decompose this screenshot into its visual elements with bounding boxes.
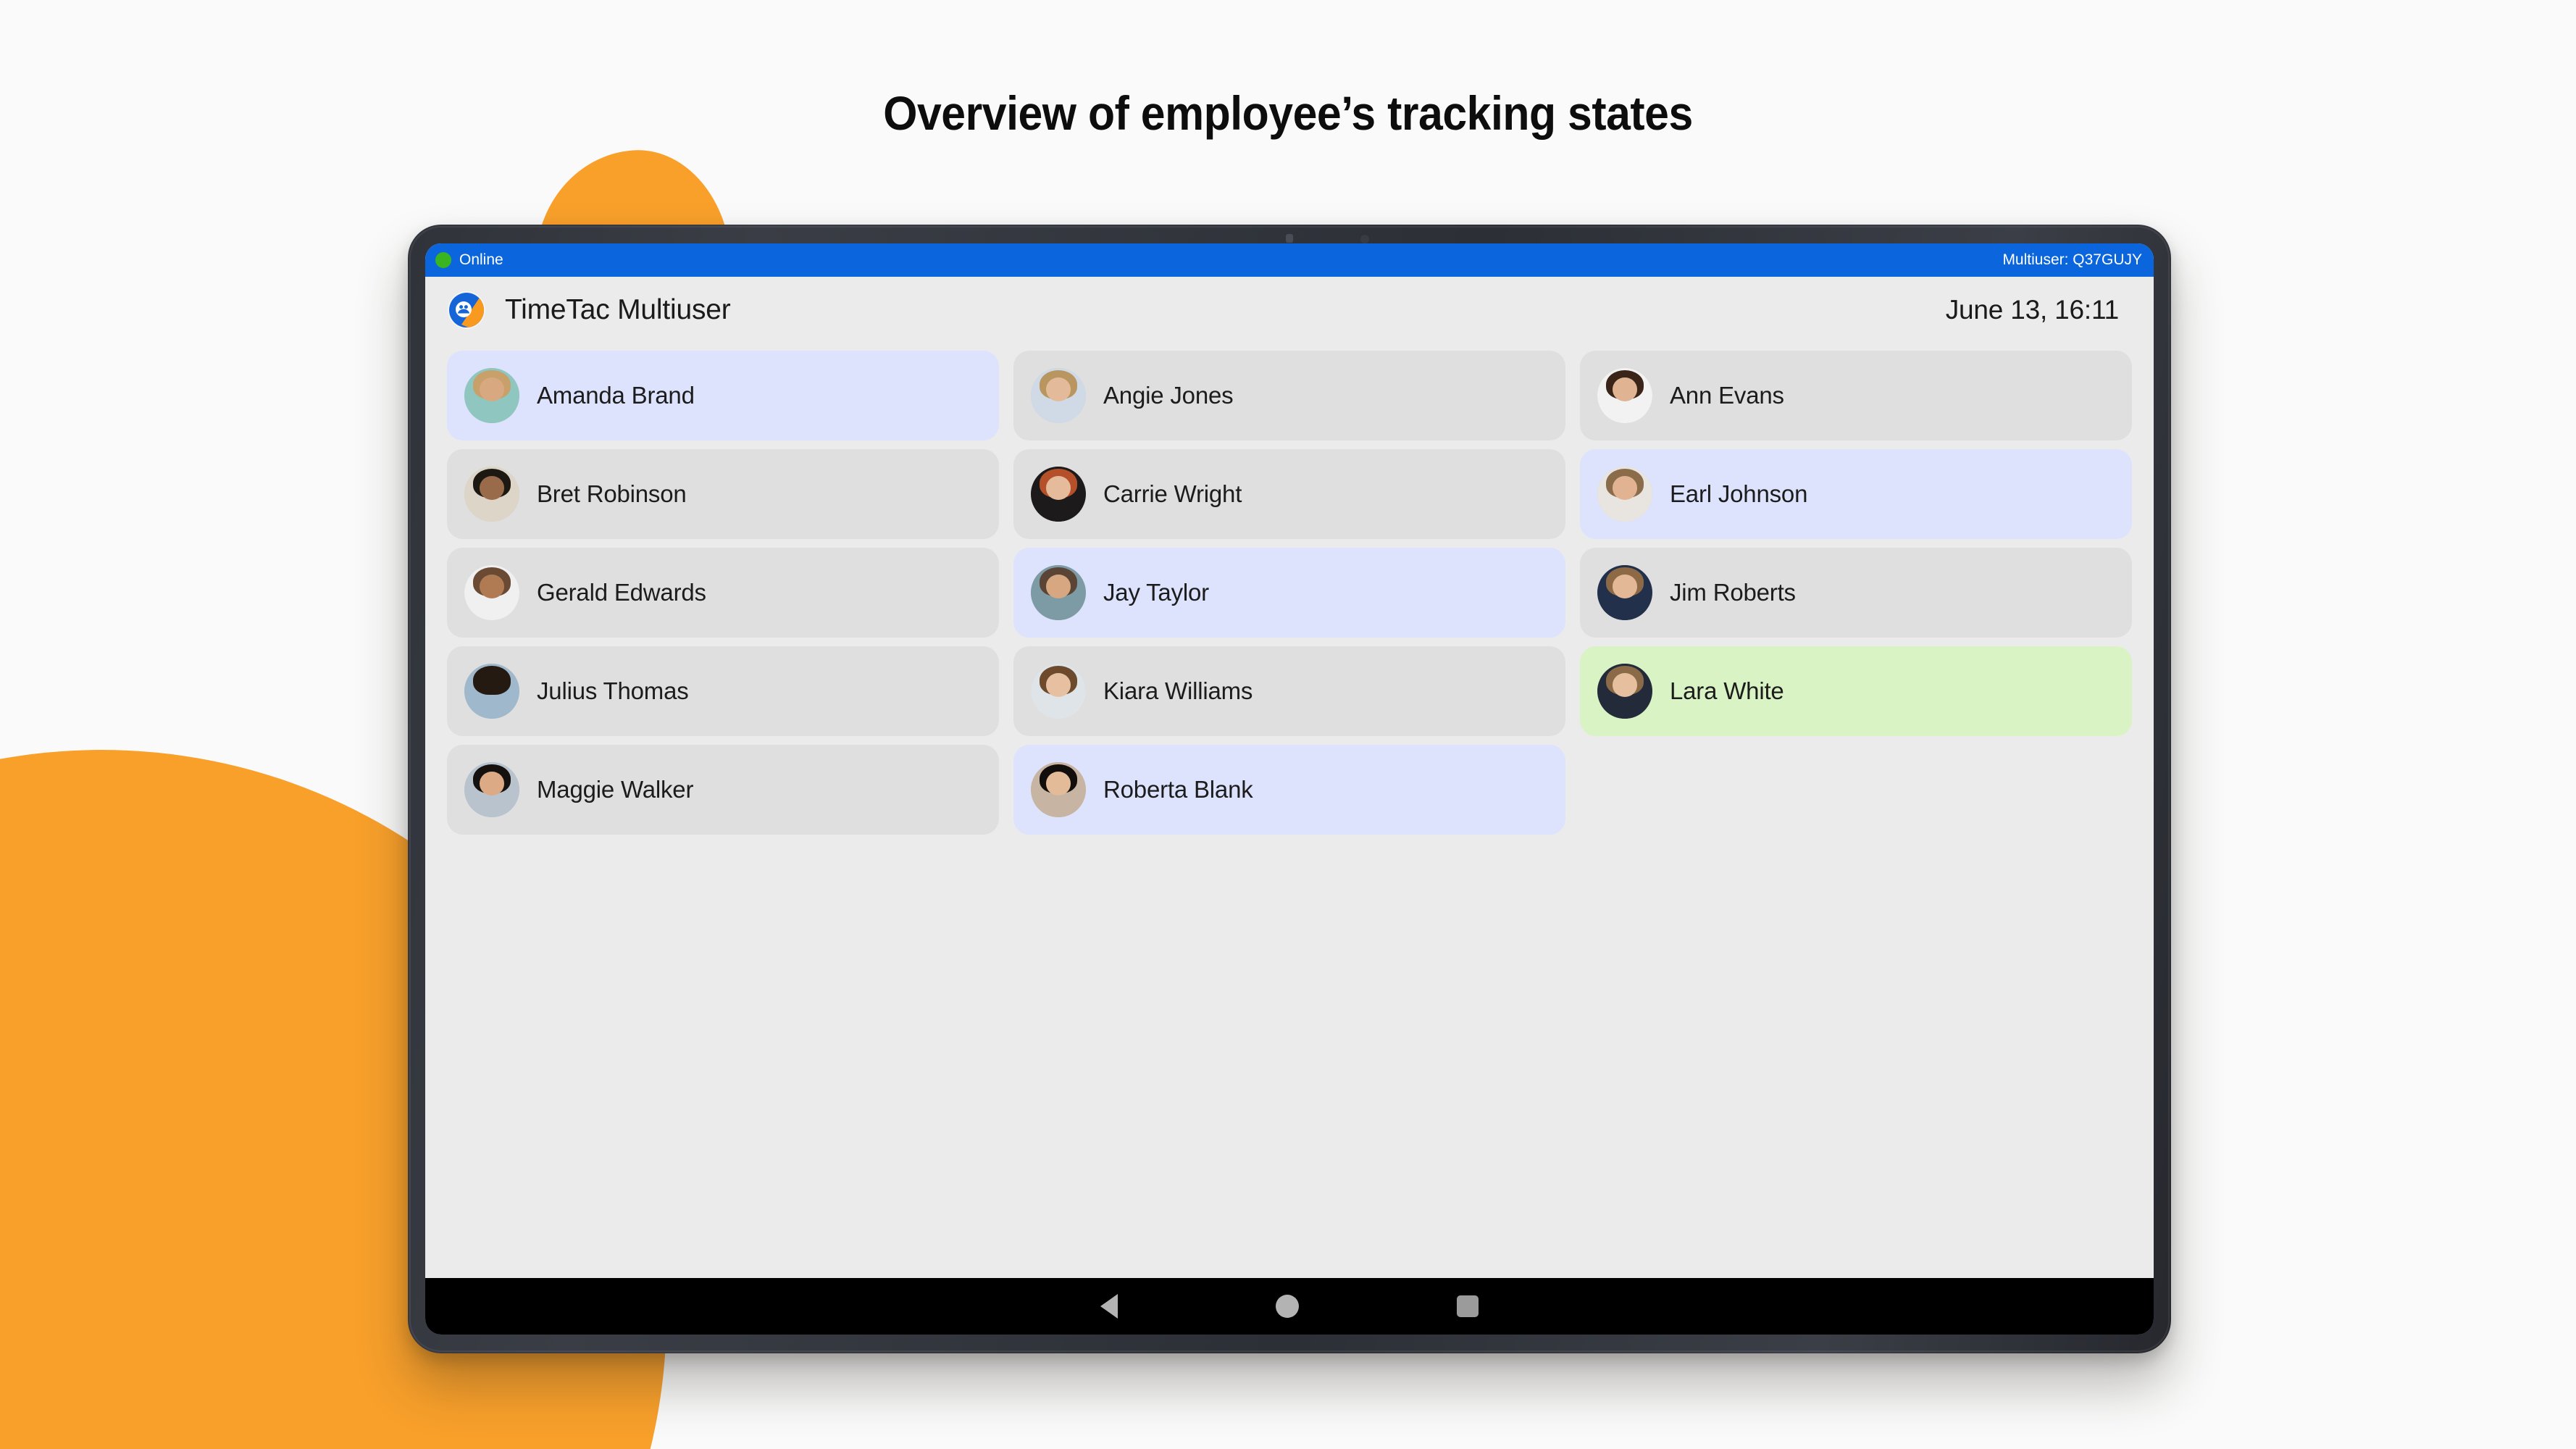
- employee-name: Amanda Brand: [537, 382, 695, 409]
- employee-card[interactable]: Jay Taylor: [1013, 548, 1565, 638]
- avatar: [1597, 467, 1652, 522]
- employee-card[interactable]: Jim Roberts: [1580, 548, 2132, 638]
- recents-square-icon[interactable]: [1457, 1295, 1479, 1317]
- avatar: [1031, 368, 1086, 423]
- employee-name: Lara White: [1670, 677, 1784, 704]
- status-bar-left: Online: [435, 251, 503, 269]
- employee-card[interactable]: Ann Evans: [1580, 351, 2132, 440]
- status-bar: Online Multiuser: Q37GUJY: [425, 243, 2154, 277]
- employee-card[interactable]: Julius Thomas: [447, 646, 999, 736]
- employee-name: Kiara Williams: [1103, 677, 1253, 704]
- page-title: Overview of employee’s tracking states: [883, 86, 1693, 140]
- online-status-label: Online: [459, 251, 503, 268]
- sensor-icon: [1360, 235, 1369, 243]
- employee-name: Gerald Edwards: [537, 579, 706, 606]
- employee-name: Bret Robinson: [537, 480, 687, 507]
- avatar: [1597, 565, 1652, 620]
- avatar: [1031, 565, 1086, 620]
- avatar: [1031, 762, 1086, 817]
- online-status-dot-icon: [435, 252, 451, 268]
- employee-name: Ann Evans: [1670, 382, 1784, 409]
- home-circle-icon[interactable]: [1276, 1295, 1299, 1318]
- employee-card[interactable]: Lara White: [1580, 646, 2132, 736]
- avatar: [1597, 368, 1652, 423]
- tablet-device-frame: Online Multiuser: Q37GUJY TimeTac Multiu…: [408, 225, 2171, 1353]
- employee-card[interactable]: Roberta Blank: [1013, 745, 1565, 835]
- front-camera-icon: [1286, 234, 1293, 243]
- avatar: [464, 762, 519, 817]
- employee-name: Roberta Blank: [1103, 776, 1253, 803]
- employee-card[interactable]: Maggie Walker: [447, 745, 999, 835]
- employee-grid: Amanda Brand Angie Jones Ann Evans Bret Rob…: [425, 343, 2154, 1278]
- app-brand: TimeTac Multiuser: [447, 291, 731, 330]
- back-triangle-icon[interactable]: [1100, 1294, 1118, 1319]
- employee-card[interactable]: Carrie Wright: [1013, 449, 1565, 539]
- android-navigation-bar: [425, 1278, 2154, 1335]
- employee-name: Earl Johnson: [1670, 480, 1808, 507]
- app-title: TimeTac Multiuser: [505, 294, 731, 325]
- avatar: [1031, 664, 1086, 719]
- avatar: [1597, 664, 1652, 719]
- current-datetime-label: June 13, 16:11: [1945, 295, 2119, 325]
- employee-card[interactable]: Gerald Edwards: [447, 548, 999, 638]
- employee-card[interactable]: Earl Johnson: [1580, 449, 2132, 539]
- avatar: [464, 565, 519, 620]
- employee-card[interactable]: Angie Jones: [1013, 351, 1565, 440]
- avatar: [1031, 467, 1086, 522]
- employee-name: Angie Jones: [1103, 382, 1234, 409]
- avatar: [464, 467, 519, 522]
- avatar: [464, 664, 519, 719]
- app-header: TimeTac Multiuser June 13, 16:11: [425, 277, 2154, 343]
- employee-card[interactable]: Bret Robinson: [447, 449, 999, 539]
- employee-name: Julius Thomas: [537, 677, 689, 704]
- timetac-logo-icon: [447, 291, 486, 330]
- employee-card[interactable]: Kiara Williams: [1013, 646, 1565, 736]
- employee-name: Carrie Wright: [1103, 480, 1242, 507]
- employee-name: Jay Taylor: [1103, 579, 1209, 606]
- tablet-screen: Online Multiuser: Q37GUJY TimeTac Multiu…: [425, 243, 2154, 1335]
- avatar: [464, 368, 519, 423]
- employee-card[interactable]: Amanda Brand: [447, 351, 999, 440]
- multiuser-code-label: Multiuser: Q37GUJY: [2002, 251, 2142, 268]
- employee-name: Maggie Walker: [537, 776, 694, 803]
- employee-name: Jim Roberts: [1670, 579, 1796, 606]
